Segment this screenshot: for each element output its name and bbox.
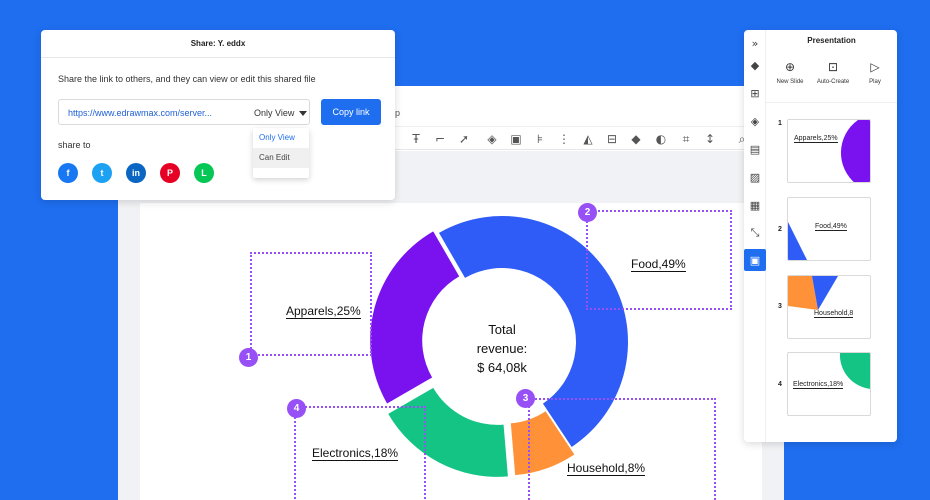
facebook-icon[interactable]: f [58,163,78,183]
presentation-icon[interactable]: ▣ [744,249,766,271]
auto-create-icon: ⊡ [827,60,839,74]
collapse-panel-icon[interactable]: » [747,35,763,51]
layers-panel-icon[interactable]: ◈ [747,113,763,129]
share-link-text[interactable]: https://www.edrawmax.com/server... [68,108,212,118]
grid-icon[interactable]: ⊞ [747,85,763,101]
auto-create-label: Auto-Create [816,79,850,85]
slide-thumbnail-1[interactable]: Apparels,25% [787,119,871,183]
slide-thumbnail-3[interactable]: Household,8 [787,275,871,339]
slide-thumbnail-4[interactable]: Electronics,18% [787,352,871,416]
center-label-line-2: revenue: [476,341,528,356]
callout-badge-4[interactable]: 4 [287,399,306,418]
share-to-label: share to [58,140,91,150]
label-food: Food,49% [631,257,686,272]
dropdown-option-can-edit[interactable]: Can Edit [253,148,309,168]
center-label-line-1: Total [488,322,516,337]
page-icon[interactable]: ▤ [747,141,763,157]
slide-4-label: Electronics,18% [793,381,844,389]
donut-slice-apparels[interactable] [370,231,460,404]
slide-number: 3 [778,303,782,310]
copy-link-button[interactable]: Copy link [321,99,381,125]
auto-create-button[interactable]: ⊡ Auto-Create [811,60,855,85]
center-label-line-3: $ 64,08k [477,360,527,375]
pinterest-icon[interactable]: P [160,163,180,183]
label-electronics: Electronics,18% [312,446,399,461]
side-rail: » ◆ ⊞ ◈ ▤ ▨ ▦ ⤡ ▣ [744,30,766,442]
label-household: Household,8% [567,461,646,476]
slide-number: 1 [778,120,782,127]
slide-3-preview [788,276,838,310]
new-slide-button[interactable]: ⊕ New Slide [768,60,812,85]
data-icon[interactable]: ▦ [747,197,763,213]
plus-circle-icon: ⊕ [784,60,796,74]
slide-2-label: Food,49% [815,223,847,231]
presentation-title: Presentation [807,36,856,45]
line-icon[interactable]: L [194,163,214,183]
permission-dropdown: Only View Can Edit [253,128,309,178]
play-button[interactable]: ▷ Play [853,60,897,85]
divider [766,102,897,103]
callout-badge-1[interactable]: 1 [239,348,258,367]
fit-icon[interactable]: ⤡ [747,225,763,241]
image-icon[interactable]: ▨ [747,169,763,185]
label-apparels: Apparels,25% [286,304,361,319]
play-icon: ▷ [870,60,880,74]
callout-box-household [528,398,716,500]
share-link-field[interactable]: https://www.edrawmax.com/server... Only … [58,99,310,125]
play-label: Play [869,79,881,85]
slide-1-preview [840,120,870,182]
linkedin-icon[interactable]: in [126,163,146,183]
share-description: Share the link to others, and they can v… [58,74,316,84]
callout-badge-2[interactable]: 2 [578,203,597,222]
dropdown-option-only-view[interactable]: Only View [253,128,309,148]
slide-3-label: Household,8 [814,310,854,318]
fill-bucket-icon[interactable]: ◆ [747,57,763,73]
slide-thumbnail-2[interactable]: Food,49% [787,197,871,261]
slide-1-label: Apparels,25% [794,135,838,143]
share-dialog-title: Share: Y. eddx [41,30,395,58]
slide-number: 2 [778,226,782,233]
share-dialog: Share: Y. eddx Share the link to others,… [41,30,395,200]
callout-badge-3[interactable]: 3 [516,389,535,408]
presentation-panel: » ◆ ⊞ ◈ ▤ ▨ ▦ ⤡ ▣ Presentation ⊕ New Sli… [744,30,897,442]
twitter-icon[interactable]: t [92,163,112,183]
new-slide-label: New Slide [776,79,804,85]
slide-number: 4 [778,381,782,388]
permission-select-value[interactable]: Only View [254,108,294,118]
chevron-down-icon[interactable] [299,111,307,116]
